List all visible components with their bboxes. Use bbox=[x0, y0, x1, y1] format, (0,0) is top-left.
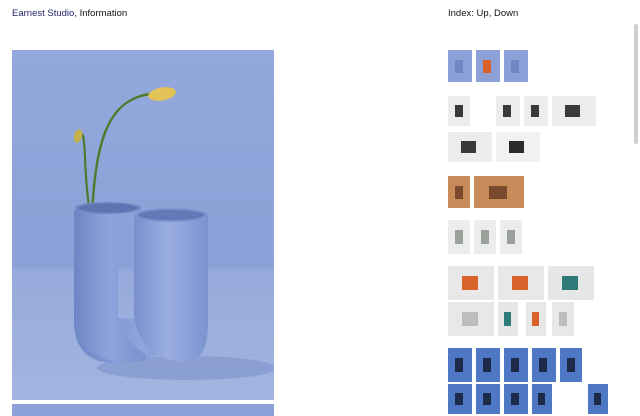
thumb-lamp-3[interactable] bbox=[504, 348, 528, 382]
thumb-room-1[interactable] bbox=[448, 176, 470, 208]
thumb-lamp-9[interactable] bbox=[532, 384, 552, 414]
thumb-tiles-1[interactable] bbox=[448, 266, 494, 300]
thumb-lamp-2[interactable] bbox=[476, 348, 500, 382]
blue-vase-icon bbox=[511, 60, 519, 73]
blue-lamp-icon bbox=[455, 358, 463, 372]
thumb-lamp-1[interactable] bbox=[448, 348, 472, 382]
blue-lamp-icon bbox=[594, 393, 601, 405]
thumb-room-2[interactable] bbox=[474, 176, 524, 208]
thumb-lamp-5[interactable] bbox=[560, 348, 582, 382]
thumb-lamp-7[interactable] bbox=[476, 384, 500, 414]
orange-tiles-icon bbox=[462, 276, 478, 290]
grey-tiles-icon bbox=[559, 312, 567, 326]
thumb-switch-2[interactable] bbox=[474, 220, 496, 254]
thumb-switch-1[interactable] bbox=[448, 220, 470, 254]
thumb-device-1[interactable] bbox=[448, 96, 470, 126]
vase-photo bbox=[12, 50, 274, 400]
blue-lamp-icon bbox=[539, 358, 547, 372]
blue-lamp-icon bbox=[483, 358, 491, 372]
site-name-link[interactable]: Earnest Studio bbox=[12, 8, 74, 19]
scrollbar-thumb[interactable] bbox=[634, 24, 638, 144]
next-image-preview[interactable] bbox=[12, 404, 274, 416]
grey-device-icon bbox=[503, 105, 511, 117]
thumb-switch-3[interactable] bbox=[500, 220, 522, 254]
thumb-tiles-6[interactable] bbox=[526, 302, 546, 336]
thumb-lamp-10[interactable] bbox=[588, 384, 608, 414]
thumb-device-4[interactable] bbox=[552, 96, 596, 126]
site-header: Earnest Studio, Information bbox=[12, 8, 127, 20]
thumbnail-index bbox=[448, 0, 628, 414]
thumb-device-5[interactable] bbox=[448, 132, 492, 162]
wall-switch-icon bbox=[481, 230, 489, 244]
blue-vase-orange-icon bbox=[483, 60, 491, 73]
information-link[interactable]: Information bbox=[80, 8, 128, 19]
blue-lamp-icon bbox=[511, 393, 519, 405]
thumb-lamp-8[interactable] bbox=[504, 384, 528, 414]
dark-bench-icon bbox=[509, 141, 524, 153]
wall-switch-icon bbox=[507, 230, 515, 244]
grey-device-icon bbox=[531, 105, 539, 117]
thumb-device-3[interactable] bbox=[524, 96, 548, 126]
warm-room-icon bbox=[489, 186, 507, 199]
thumb-tiles-5[interactable] bbox=[498, 302, 518, 336]
orange-tiles-icon bbox=[532, 312, 539, 326]
grey-device-icon bbox=[455, 105, 463, 117]
thumb-tiles-2[interactable] bbox=[498, 266, 544, 300]
grey-tiles-icon bbox=[462, 312, 478, 326]
thumb-lamp-6[interactable] bbox=[448, 384, 472, 414]
thumb-vase-1[interactable] bbox=[448, 50, 472, 82]
blue-lamp-icon bbox=[483, 393, 491, 405]
teal-tiles-icon bbox=[562, 276, 578, 290]
orange-tiles-icon bbox=[512, 276, 528, 290]
thumb-bench[interactable] bbox=[496, 132, 540, 162]
thumb-device-2[interactable] bbox=[496, 96, 520, 126]
thumb-tiles-3[interactable] bbox=[548, 266, 594, 300]
warm-room-icon bbox=[455, 186, 463, 199]
blue-lamp-icon bbox=[455, 393, 463, 405]
thumb-vase-2[interactable] bbox=[476, 50, 500, 82]
featured-image[interactable] bbox=[12, 50, 274, 400]
blue-lamp-icon bbox=[511, 358, 519, 372]
teal-tiles-icon bbox=[504, 312, 511, 326]
thumb-vase-3[interactable] bbox=[504, 50, 528, 82]
blue-lamp-icon bbox=[538, 393, 545, 405]
grey-device-icon bbox=[565, 105, 580, 117]
blue-lamp-icon bbox=[567, 358, 575, 372]
thumb-tiles-7[interactable] bbox=[552, 302, 574, 336]
blue-vase-icon bbox=[455, 60, 463, 73]
wall-switch-icon bbox=[455, 230, 463, 244]
thumb-tiles-4[interactable] bbox=[448, 302, 494, 336]
thumb-lamp-4[interactable] bbox=[532, 348, 556, 382]
grey-device-icon bbox=[461, 141, 476, 153]
